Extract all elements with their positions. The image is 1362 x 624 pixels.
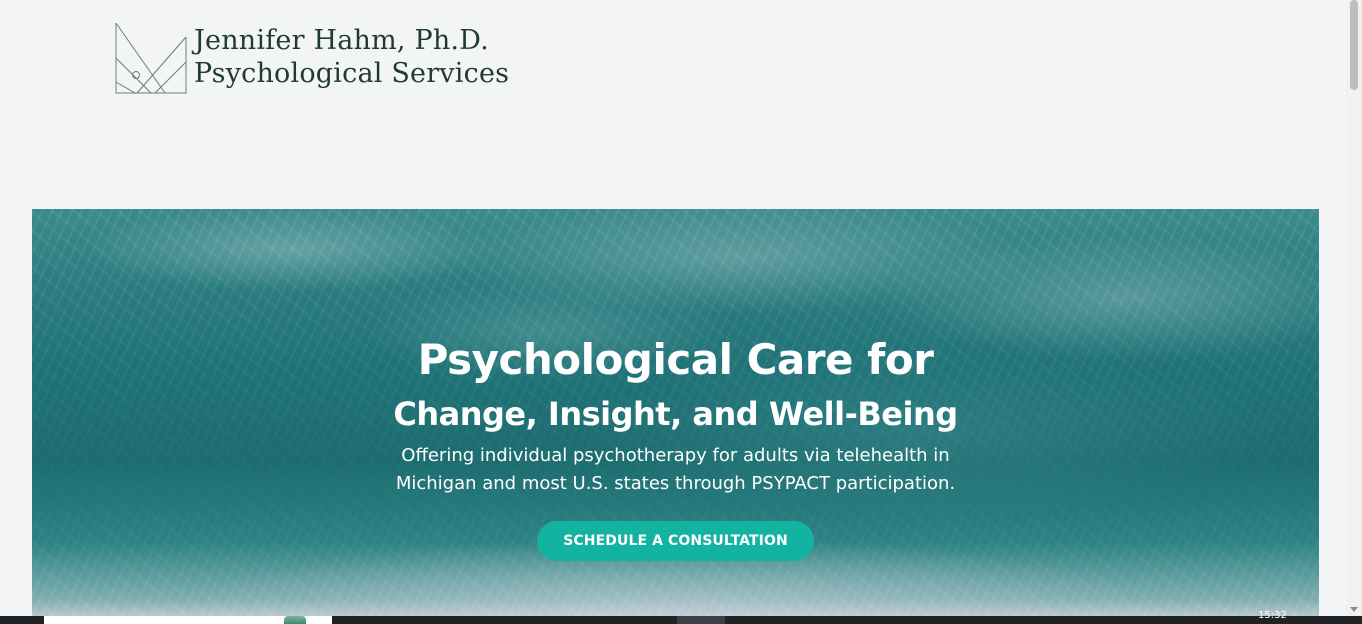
taskbar-active-item[interactable] <box>677 616 725 624</box>
crown-monogram-icon <box>115 22 187 94</box>
taskbar-clock: 15:32 <box>1258 610 1287 621</box>
scrollbar-thumb[interactable] <box>1350 0 1358 90</box>
brand-name: Jennifer Hahm, Ph.D. Psychological Servi… <box>194 24 509 90</box>
brand-name-line1: Jennifer Hahm, Ph.D. <box>194 25 489 56</box>
hero-content: Psychological Care for Change, Insight, … <box>32 332 1319 561</box>
page-scrollbar[interactable] <box>1346 0 1362 616</box>
schedule-consultation-button[interactable]: SCHEDULE A CONSULTATION <box>537 521 814 561</box>
os-taskbar: 15:32 <box>0 610 1362 624</box>
taskbar-app-item[interactable] <box>44 616 332 624</box>
app-icon <box>284 616 306 624</box>
site-header: Jennifer Hahm, Ph.D. Psychological Servi… <box>0 0 1346 150</box>
hero-title: Psychological Care for <box>417 335 934 384</box>
brand-name-line2: Psychological Services <box>194 58 510 89</box>
scroll-down-arrow-icon[interactable] <box>1350 607 1358 612</box>
hero-subtitle: Change, Insight, and Well-Being <box>393 395 958 433</box>
hero-description: Offering individual psychotherapy for ad… <box>395 445 956 494</box>
home-logo-link[interactable]: Jennifer Hahm, Ph.D. Psychological Servi… <box>115 22 509 94</box>
hero-banner: Psychological Care for Change, Insight, … <box>32 209 1319 616</box>
